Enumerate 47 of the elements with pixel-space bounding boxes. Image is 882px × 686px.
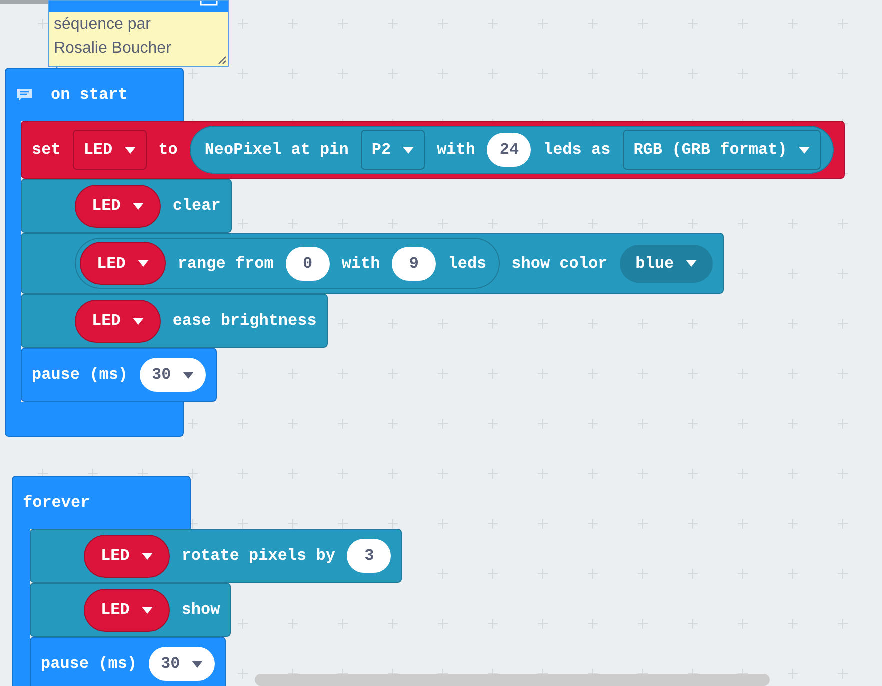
dropdown-field[interactable]: blue	[620, 244, 714, 282]
block-label: clear	[172, 196, 221, 217]
number-dropdown-field[interactable]: 30	[149, 647, 216, 681]
block-label: with	[342, 254, 380, 274]
dropdown-field[interactable]: LED	[72, 130, 147, 170]
comment-icon[interactable]	[16, 88, 33, 102]
variable-reporter[interactable]: LED	[84, 534, 170, 578]
caret-icon	[192, 660, 204, 668]
block-label: show	[182, 600, 220, 621]
number-dropdown-field[interactable]: 30	[140, 358, 206, 392]
caret-icon	[132, 202, 144, 210]
resize-handle-icon[interactable]	[218, 56, 227, 65]
block-label: NeoPixel at pin	[204, 140, 349, 161]
event-label: forever	[23, 493, 90, 514]
block-label: rotate pixels by	[182, 546, 336, 567]
caret-icon	[686, 260, 698, 267]
number-field[interactable]: 9	[392, 246, 436, 280]
caret-icon	[132, 318, 144, 324]
number-field[interactable]: 3	[347, 539, 392, 573]
variable-reporter[interactable]: LED	[75, 184, 161, 228]
number-field[interactable]: 24	[487, 133, 532, 167]
block-label: leds as	[543, 140, 611, 161]
dropdown-field[interactable]: RGB (GRB format)	[622, 130, 822, 170]
caret-icon	[403, 146, 414, 154]
variable-reporter[interactable]: LED	[84, 588, 170, 632]
block-label: pause (ms)	[41, 654, 138, 675]
block-label: pause (ms)	[32, 365, 128, 386]
caret-icon	[142, 606, 153, 614]
scrollbar[interactable]	[255, 674, 770, 686]
block-label: to	[158, 140, 178, 161]
block-label: with	[437, 140, 476, 161]
dropdown-field[interactable]: P2	[360, 130, 426, 170]
minimize-icon[interactable]	[200, 1, 218, 6]
number-field[interactable]: 0	[286, 246, 330, 280]
block-label: ease brightness	[172, 311, 317, 332]
variable-reporter[interactable]: LED	[80, 242, 166, 285]
caret-icon	[183, 372, 194, 378]
variable-reporter[interactable]: LED	[75, 300, 161, 342]
block-label: leds	[448, 254, 487, 274]
event-label: on start	[51, 85, 128, 106]
block-label: set	[32, 140, 61, 161]
caret-icon	[799, 146, 810, 154]
caret-icon	[142, 552, 153, 560]
caret-icon	[124, 146, 136, 154]
block-label: show color	[512, 254, 608, 274]
block-label: range from	[178, 254, 274, 274]
caret-icon	[138, 260, 149, 267]
